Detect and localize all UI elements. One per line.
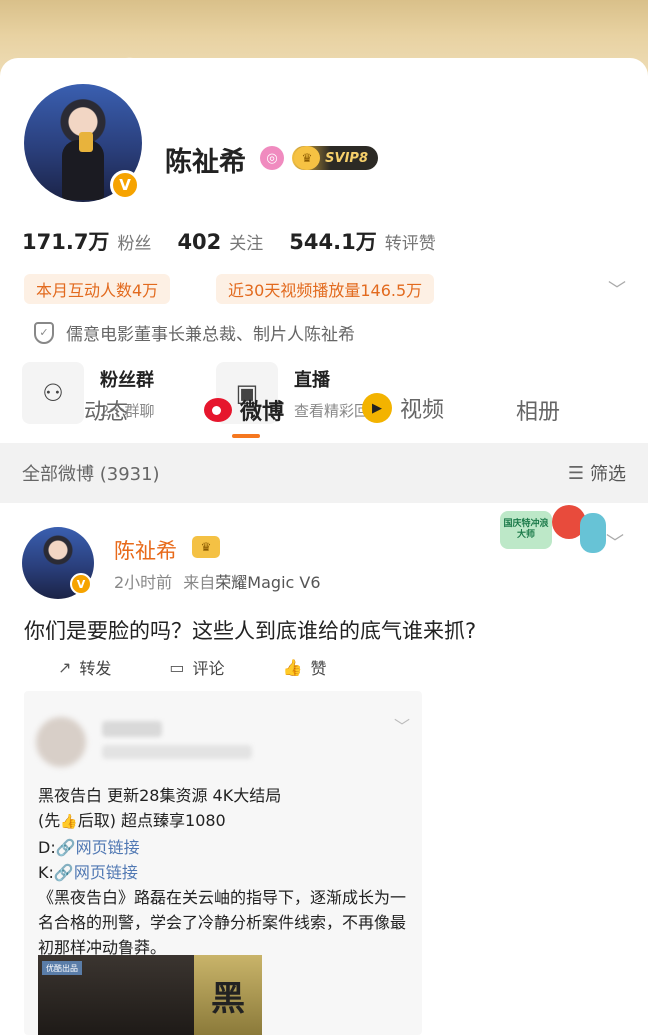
comment-icon: ▭ bbox=[169, 657, 185, 677]
weibo-logo-icon bbox=[204, 398, 232, 422]
filter-button[interactable]: ☰ 筛选 bbox=[568, 460, 626, 486]
blurred-avatar bbox=[36, 717, 86, 767]
stat-fans-value[interactable]: 171.7万 bbox=[22, 226, 109, 256]
reposted-content[interactable]: ﹀ 黑夜告白 更新28集资源 4K大结局 (先👍后取) 超点臻享1080 D:🔗… bbox=[24, 691, 422, 1035]
post-source[interactable]: 荣耀Magic V6 bbox=[215, 573, 320, 592]
repost-line-part: (先 bbox=[38, 811, 61, 830]
comment-label: 评论 bbox=[192, 659, 225, 678]
active-tab-indicator bbox=[232, 434, 260, 438]
tab-weibo-label: 微博 bbox=[240, 400, 285, 425]
comment-button[interactable]: ▭ 评论 bbox=[169, 655, 224, 679]
svip-badge[interactable]: ♛ SVIP8 bbox=[292, 146, 378, 170]
repost-line-part: 后取) 超点臻享1080 bbox=[77, 811, 226, 830]
tab-album[interactable]: 相册 bbox=[516, 394, 560, 426]
repost-button[interactable]: ↗ 转发 bbox=[58, 655, 111, 679]
blurred-username bbox=[102, 721, 162, 737]
repost-link-prefix: D: bbox=[38, 838, 56, 857]
feature-title: 粉丝群 bbox=[100, 369, 154, 391]
repost-icon: ↗ bbox=[58, 657, 72, 677]
repost-line: 黑夜告白 更新28集资源 4K大结局 bbox=[38, 786, 282, 805]
weibo-post: V 陈祉希 ♛ 2小时前 来自荣耀Magic V6 国庆特冲浪大师 ﹀ 你们是要… bbox=[0, 503, 648, 1035]
post-meta: 2小时前 来自荣耀Magic V6 bbox=[114, 569, 321, 593]
repost-line: D:🔗网页链接 bbox=[38, 835, 410, 860]
post-text: 你们是要脸的吗？这些人到底谁给的底气谁来抓? bbox=[24, 619, 477, 643]
verified-v-icon: V bbox=[110, 170, 140, 200]
shield-icon: ✓ bbox=[34, 321, 54, 344]
expand-chevron-icon[interactable]: ﹀ bbox=[608, 276, 626, 302]
holiday-sticker[interactable]: 国庆特冲浪大师 bbox=[500, 503, 610, 557]
link-icon: 🔗 bbox=[53, 863, 74, 882]
filter-bar: 全部微博 (3931) ☰ 筛选 bbox=[0, 443, 648, 503]
thumbs-up-icon: 👍 bbox=[282, 657, 303, 677]
profile-name: 陈祉希 bbox=[165, 147, 246, 178]
all-posts-count: 全部微博 (3931) bbox=[22, 464, 160, 485]
web-link[interactable]: 网页链接 bbox=[74, 863, 138, 882]
crown-icon: ♛ bbox=[294, 146, 320, 170]
profile-tabs: 动态 微博 ▶ 视频 相册 bbox=[0, 392, 648, 440]
svip-label: SVIP8 bbox=[325, 150, 368, 166]
member-crown-icon[interactable]: ♛ bbox=[192, 536, 220, 558]
repost-link-prefix: K: bbox=[38, 863, 54, 882]
link-icon: 🔗 bbox=[55, 838, 76, 857]
repost-chevron-icon[interactable]: ﹀ bbox=[394, 713, 410, 737]
repost-body: 《黑夜告白》路磊在关云岫的指导下，逐渐成长为一名合格的刑警，学会了冷静分析案件线… bbox=[38, 888, 407, 957]
interaction-pill[interactable]: 本月互动人数4万 bbox=[24, 274, 171, 304]
sticker-surfer-icon bbox=[580, 513, 606, 553]
verification-row: ✓ 儒意电影董事长兼总裁、制片人陈祉希 bbox=[34, 320, 355, 345]
post-source-prefix: 来自 bbox=[183, 573, 216, 592]
profile-card: V 陈祉希 ◎ ♛ SVIP8 171.7万 粉丝 402 关注 544.1万 … bbox=[0, 58, 648, 443]
post-time: 2小时前 bbox=[114, 573, 173, 592]
post-more-chevron-icon[interactable]: ﹀ bbox=[606, 529, 624, 555]
web-link[interactable]: 网页链接 bbox=[76, 838, 140, 857]
tab-video-label: 视频 bbox=[400, 398, 445, 423]
sticker-text: 国庆特冲浪大师 bbox=[500, 511, 552, 549]
feature-title: 直播 bbox=[294, 369, 330, 391]
tab-dynamic[interactable]: 动态 bbox=[84, 394, 128, 426]
verification-text: 儒意电影董事长兼总裁、制片人陈祉希 bbox=[66, 325, 355, 345]
video-play-icon: ▶ bbox=[362, 393, 392, 423]
stat-engagement-value: 544.1万 bbox=[289, 230, 377, 254]
post-actions: ↗ 转发 ▭ 评论 👍 赞 bbox=[58, 655, 385, 679]
repost-line: (先👍后取) 超点臻享1080 bbox=[38, 808, 410, 835]
repost-label: 转发 bbox=[79, 659, 112, 678]
repost-image-poster[interactable]: 黑 bbox=[194, 955, 262, 1035]
repost-image[interactable]: 优酷出品 bbox=[38, 955, 194, 1035]
post-author-name[interactable]: 陈祉希 bbox=[114, 535, 177, 565]
thumbs-up-emoji-icon: 👍 bbox=[60, 814, 78, 830]
like-button[interactable]: 👍 赞 bbox=[283, 655, 327, 679]
tab-weibo[interactable]: 微博 bbox=[204, 394, 284, 426]
filter-icon: ☰ bbox=[567, 462, 584, 484]
blurred-meta bbox=[102, 745, 252, 759]
filter-label: 筛选 bbox=[590, 464, 626, 485]
stat-following-value[interactable]: 402 bbox=[177, 230, 221, 254]
like-label: 赞 bbox=[310, 659, 327, 678]
stat-fans-label[interactable]: 粉丝 bbox=[117, 229, 151, 254]
member-ring-icon[interactable]: ◎ bbox=[260, 146, 284, 170]
stat-engagement-label: 转评赞 bbox=[384, 234, 436, 254]
video-views-pill[interactable]: 近30天视频播放量146.5万 bbox=[216, 274, 435, 304]
repost-text: 黑夜告白 更新28集资源 4K大结局 (先👍后取) 超点臻享1080 D:🔗网页… bbox=[38, 783, 410, 960]
avatar-drink bbox=[79, 132, 93, 152]
image-tag: 优酷出品 bbox=[42, 961, 82, 975]
stat-following-label[interactable]: 关注 bbox=[229, 229, 263, 254]
tab-video[interactable]: ▶ 视频 bbox=[362, 392, 444, 424]
repost-line: K:🔗网页链接 bbox=[38, 860, 410, 885]
verified-v-icon: V bbox=[70, 573, 92, 595]
profile-stats: 171.7万 粉丝 402 关注 544.1万 转评赞 bbox=[22, 226, 462, 256]
